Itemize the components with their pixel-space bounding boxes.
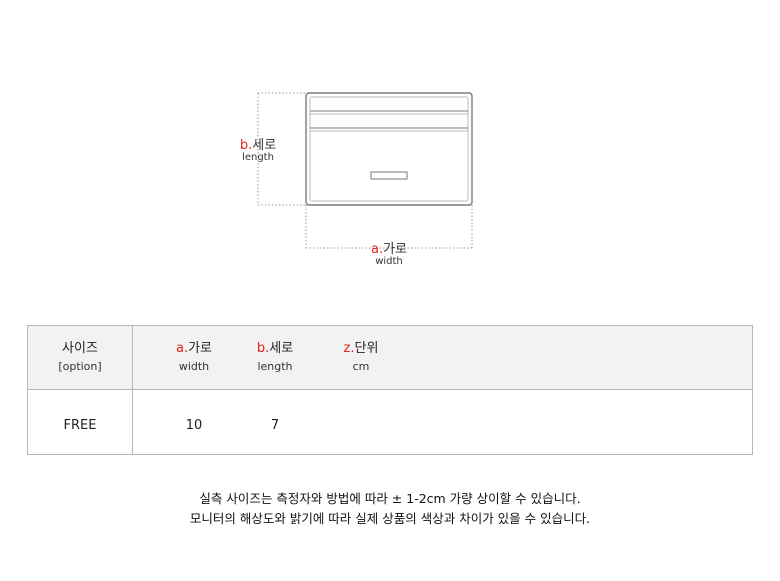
header-width-en: width xyxy=(178,360,210,374)
row-width-value: 10 xyxy=(185,418,203,433)
header-size-en: [option] xyxy=(58,360,102,374)
header-unit-letter: z. xyxy=(343,341,355,356)
header-unit-en: cm xyxy=(352,360,370,374)
length-letter: b. xyxy=(239,138,253,153)
header-width-letter: a. xyxy=(175,341,189,356)
header-length-ko: 세로 xyxy=(269,341,294,356)
header-unit-ko: 단위 xyxy=(354,341,379,356)
dimension-guides xyxy=(257,92,473,249)
header-length-en: length xyxy=(257,360,293,374)
table-row: FREE 10 7 xyxy=(28,390,752,454)
measurement-note: 실측 사이즈는 측정자와 방법에 따라 ± 1-2cm 가량 상이할 수 있습니… xyxy=(199,491,581,506)
row-length-cell: 7 xyxy=(245,414,305,434)
header-width-cell: a.가로 width xyxy=(164,341,224,374)
header-size-ko: 사이즈 xyxy=(62,341,98,356)
header-unit-cell: z.단위 cm xyxy=(331,341,391,374)
row-size-cell: FREE xyxy=(28,414,132,434)
header-length-letter: b. xyxy=(256,341,270,356)
card-wallet-illustration xyxy=(257,92,473,249)
row-width-cell: 10 xyxy=(164,414,224,434)
row-size-value: FREE xyxy=(63,418,97,433)
header-length-cell: b.세로 length xyxy=(245,341,305,374)
monitor-note: 모니터의 해상도와 밝기에 따라 실제 상품의 색상과 차이가 있을 수 있습니… xyxy=(189,511,591,526)
row-length-value: 7 xyxy=(270,418,280,433)
width-letter: a. xyxy=(370,242,384,257)
table-header-row: 사이즈 [option] a.가로 width b.세로 length z.단위… xyxy=(28,326,752,390)
width-ko: 가로 xyxy=(383,242,408,257)
size-diagram: b.세로 length a.가로 width xyxy=(0,0,780,280)
wallet-outline xyxy=(305,92,473,206)
length-ko: 세로 xyxy=(252,138,277,153)
column-divider xyxy=(132,326,133,454)
width-dimension-label: a.가로 width xyxy=(364,240,414,267)
size-table: 사이즈 [option] a.가로 width b.세로 length z.단위… xyxy=(27,325,753,455)
length-dimension-label: b.세로 length xyxy=(236,136,280,163)
header-size-cell: 사이즈 [option] xyxy=(28,341,132,374)
length-en: length xyxy=(242,151,274,163)
width-en: width xyxy=(375,255,403,267)
header-width-ko: 가로 xyxy=(188,341,213,356)
